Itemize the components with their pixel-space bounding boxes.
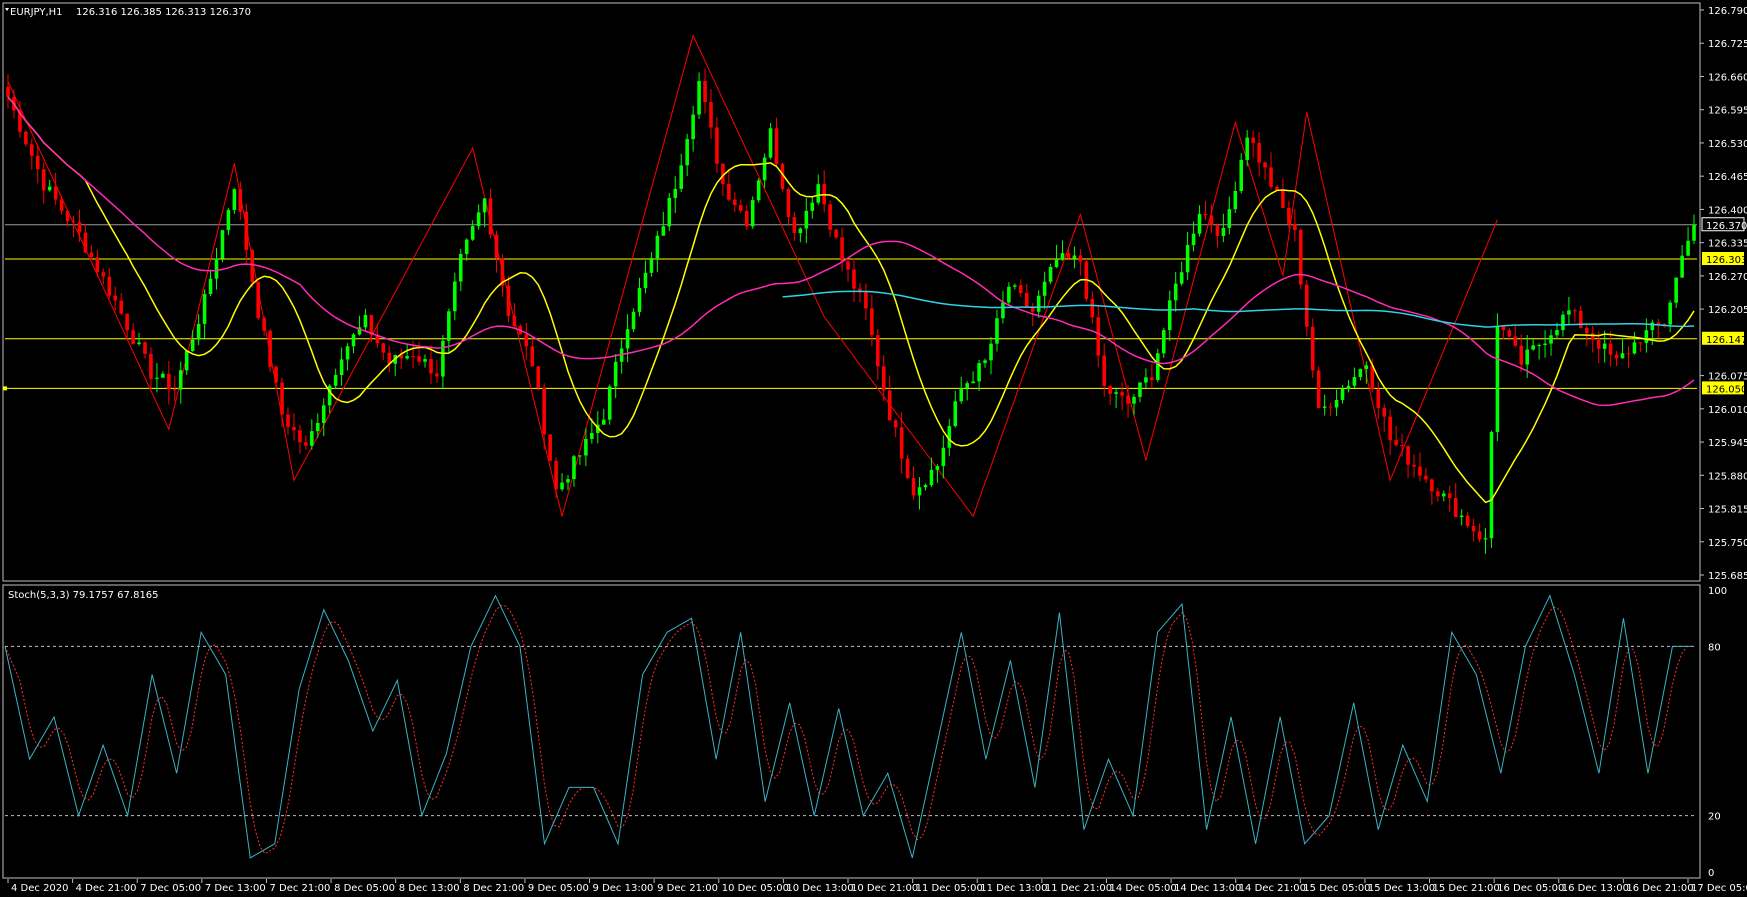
time-tick-label: 16 Dec 13:00 xyxy=(1562,883,1629,894)
symbol-title: EURJPY,H1 xyxy=(10,7,63,18)
time-tick-label: 8 Dec 21:00 xyxy=(463,883,524,894)
stochastic-tick-label: 100 xyxy=(1708,586,1727,597)
time-tick-label: 10 Dec 21:00 xyxy=(851,883,918,894)
time-tick-label: 7 Dec 21:00 xyxy=(269,883,330,894)
candle xyxy=(750,196,755,229)
candle xyxy=(24,130,28,147)
candle xyxy=(548,434,552,462)
price-tick-label: 126.400 xyxy=(1708,205,1747,216)
price-tick-label: 126.595 xyxy=(1708,106,1747,117)
stochastic-tick-label: 20 xyxy=(1708,812,1721,823)
candle xyxy=(536,366,541,391)
time-tick-label: 8 Dec 13:00 xyxy=(399,883,460,894)
time-tick-label: 9 Dec 05:00 xyxy=(528,883,589,894)
price-tick-label: 126.465 xyxy=(1708,172,1747,183)
level-marker xyxy=(3,386,7,391)
time-tick-label: 4 Dec 21:00 xyxy=(76,883,137,894)
price-tick-label: 125.880 xyxy=(1708,471,1747,482)
svg-text:126.303: 126.303 xyxy=(1706,255,1747,266)
svg-text:126.147: 126.147 xyxy=(1706,335,1747,346)
price-tick-label: 126.075 xyxy=(1708,372,1747,383)
price-tick-label: 125.815 xyxy=(1708,505,1747,516)
time-tick-label: 11 Dec 13:00 xyxy=(980,883,1047,894)
time-tick-label: 15 Dec 05:00 xyxy=(1303,883,1370,894)
price-tick-label: 126.270 xyxy=(1708,272,1747,283)
candle xyxy=(607,384,612,425)
time-tick-label: 14 Dec 21:00 xyxy=(1239,883,1306,894)
price-tick-label: 126.530 xyxy=(1708,139,1747,150)
price-tick-label: 126.725 xyxy=(1708,39,1747,50)
time-tick-label: 14 Dec 13:00 xyxy=(1174,883,1241,894)
time-tick-label: 10 Dec 13:00 xyxy=(786,883,853,894)
time-tick-label: 17 Dec 05:00 xyxy=(1691,883,1747,894)
candle xyxy=(250,248,255,288)
price-tick-label: 125.750 xyxy=(1708,538,1747,549)
ohlc-readout: 126.316 126.385 126.313 126.370 xyxy=(76,7,251,18)
candle xyxy=(1489,430,1494,548)
price-tick-label: 126.660 xyxy=(1708,72,1747,83)
price-tick-label: 126.010 xyxy=(1708,405,1747,416)
time-tick-label: 11 Dec 05:00 xyxy=(916,883,983,894)
time-tick-label: 15 Dec 21:00 xyxy=(1433,883,1500,894)
stochastic-tick-label: 0 xyxy=(1708,868,1714,879)
candle xyxy=(1310,318,1315,378)
candle xyxy=(756,178,761,203)
chart-canvas: EURJPY,H1 126.316 126.385 126.313 126.37… xyxy=(0,0,1747,897)
candle xyxy=(1495,313,1500,442)
time-tick-label: 16 Dec 21:00 xyxy=(1626,883,1693,894)
time-tick-label: 11 Dec 21:00 xyxy=(1045,883,1112,894)
time-tick-label: 7 Dec 05:00 xyxy=(140,883,201,894)
price-tag: 126.370 xyxy=(1701,217,1747,232)
stochastic-title: Stoch(5,3,3) 79.1757 67.8165 xyxy=(8,590,159,601)
price-tick-label: 125.685 xyxy=(1708,571,1747,582)
time-tick-label: 7 Dec 13:00 xyxy=(205,883,266,894)
time-tick-label: 9 Dec 13:00 xyxy=(593,883,654,894)
price-tick-label: 126.205 xyxy=(1708,305,1747,316)
time-tick-label: 14 Dec 05:00 xyxy=(1109,883,1176,894)
time-tick-label: 15 Dec 13:00 xyxy=(1368,883,1435,894)
candle xyxy=(220,229,225,263)
candle xyxy=(631,308,636,332)
candle xyxy=(256,280,260,321)
candle xyxy=(1299,228,1303,290)
time-tick-label: 8 Dec 05:00 xyxy=(334,883,395,894)
stochastic-tick-label: 80 xyxy=(1708,642,1721,653)
price-tick-label: 126.335 xyxy=(1708,239,1747,250)
price-tag: 126.050 xyxy=(1702,381,1747,395)
candle xyxy=(268,328,272,372)
price-tag: 126.147 xyxy=(1702,331,1747,346)
svg-text:126.370: 126.370 xyxy=(1706,221,1747,232)
price-tag: 126.303 xyxy=(1702,252,1747,266)
candle xyxy=(768,123,773,160)
svg-text:126.050: 126.050 xyxy=(1706,384,1747,395)
time-tick-label: 4 Dec 2020 xyxy=(11,883,69,894)
time-tick-label: 9 Dec 21:00 xyxy=(657,883,718,894)
price-tick-label: 125.945 xyxy=(1708,438,1747,449)
time-tick-label: 10 Dec 05:00 xyxy=(722,883,789,894)
time-tick-label: 16 Dec 05:00 xyxy=(1497,883,1564,894)
price-tick-label: 126.790 xyxy=(1708,6,1747,17)
candle xyxy=(667,193,672,232)
candle xyxy=(1316,366,1321,409)
